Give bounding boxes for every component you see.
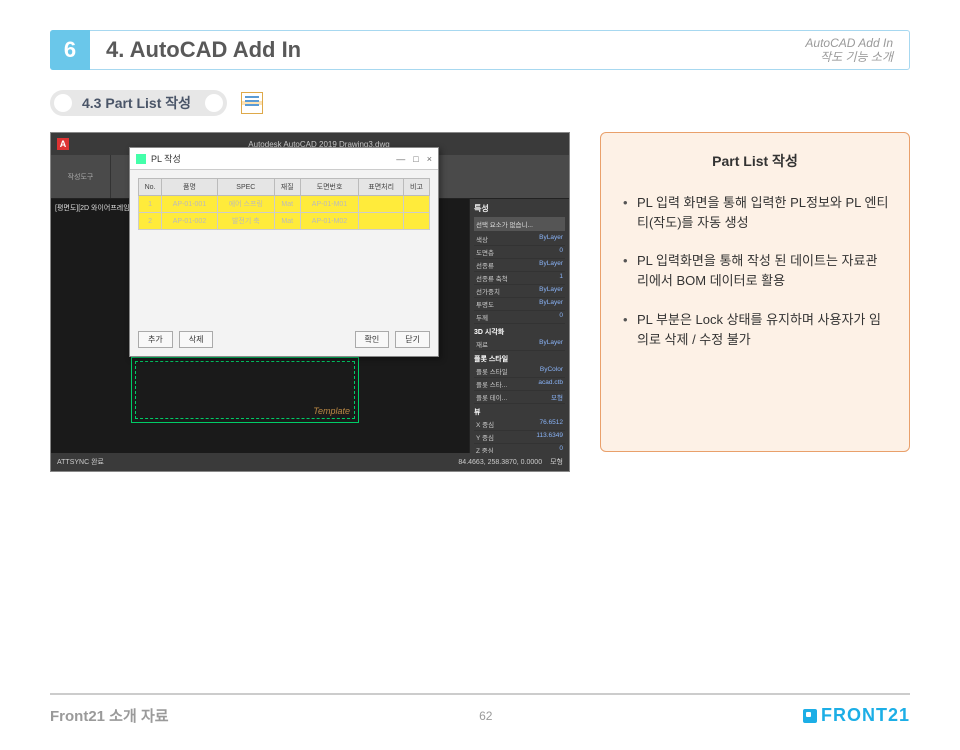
minimize-icon[interactable]: — xyxy=(396,154,405,164)
close-button[interactable]: 닫기 xyxy=(395,331,430,348)
property-row[interactable]: 투명도ByLayer xyxy=(474,298,565,311)
property-row[interactable]: 도면층0 xyxy=(474,246,565,259)
table-cell[interactable]: 에어 스프링 xyxy=(217,196,274,213)
table-cell[interactable] xyxy=(359,196,404,213)
section-title: 4. AutoCAD Add In xyxy=(90,37,805,63)
table-row[interactable]: 1AP-01-001에어 스프링MatAP-01-M01 xyxy=(139,196,430,213)
header-sub-2: 작도 기능 소개 xyxy=(805,50,893,64)
table-cell[interactable] xyxy=(403,196,429,213)
property-row[interactable]: X 중심76.6512 xyxy=(474,418,565,431)
props-section-plot: 플롯 스타일 xyxy=(474,354,565,364)
property-row[interactable]: 플롯 스타일ByColor xyxy=(474,365,565,378)
add-button[interactable]: 추가 xyxy=(138,331,173,348)
props-section-view: 뷰 xyxy=(474,407,565,417)
logo-icon xyxy=(803,709,817,723)
card-title: Part List 작성 xyxy=(621,151,889,171)
drawing-titleblock: Template xyxy=(131,357,359,423)
content-row: A Autodesk AutoCAD 2019 Drawing3.dwg 작성도… xyxy=(50,132,910,472)
table-cell[interactable]: AP-01-002 xyxy=(162,213,218,230)
footer-brand: FRONT21 xyxy=(821,705,910,726)
property-row[interactable]: 선가중치ByLayer xyxy=(474,285,565,298)
pl-column-header[interactable]: 재질 xyxy=(274,179,300,196)
table-cell[interactable]: AP-01-M01 xyxy=(300,196,359,213)
footer: Front21 소개 자료 62 FRONT21 xyxy=(50,693,910,726)
page-header: 6 4. AutoCAD Add In AutoCAD Add In 작도 기능… xyxy=(50,30,910,70)
table-cell[interactable]: 2 xyxy=(139,213,162,230)
dialog-body: No.품명SPEC재질도면번호표면처리비고 1AP-01-001에어 스프링Ma… xyxy=(130,170,438,238)
pl-column-header[interactable]: No. xyxy=(139,179,162,196)
table-cell[interactable] xyxy=(403,213,429,230)
autocad-logo-icon: A xyxy=(57,138,69,150)
footer-logo: FRONT21 xyxy=(803,705,910,726)
table-row[interactable]: 2AP-01-002발전기 축MatAP-01-M02 xyxy=(139,213,430,230)
property-row[interactable]: 두께0 xyxy=(474,311,565,324)
bullet-item: PL 입력화면을 통해 작성 된 데이트는 자료관리에서 BOM 데이터로 활용 xyxy=(621,251,889,291)
dialog-buttons-left: 추가 삭제 xyxy=(138,331,213,348)
close-icon[interactable]: × xyxy=(427,154,432,164)
bullet-item: PL 입력 화면을 통해 입력한 PL정보와 PL 엔티티(작도)를 자동 생성 xyxy=(621,193,889,233)
props-hint: 선택 요소가 없습니... xyxy=(474,217,565,231)
subsection-pill: 4.3 Part List 작성 xyxy=(50,90,227,116)
footer-left-text: Front21 소개 자료 xyxy=(50,705,169,726)
pl-column-header[interactable]: 품명 xyxy=(162,179,218,196)
maximize-icon[interactable]: □ xyxy=(413,154,418,164)
property-row[interactable]: 선종류 축척1 xyxy=(474,272,565,285)
table-cell[interactable]: 1 xyxy=(139,196,162,213)
viewport-label: [평면도][2D 와이어프레임] xyxy=(55,203,132,213)
status-left: ATTSYNC 완료 xyxy=(57,457,104,467)
pl-column-header[interactable]: 비고 xyxy=(403,179,429,196)
property-row[interactable]: 선종류ByLayer xyxy=(474,259,565,272)
pill-dot-left xyxy=(54,94,72,112)
dialog-window-controls: — □ × xyxy=(396,154,432,164)
bullet-item: PL 부분은 Lock 상태를 유지하며 사용자가 임의로 삭제 / 수정 불가 xyxy=(621,310,889,350)
table-cell[interactable]: Mat xyxy=(274,213,300,230)
property-row[interactable]: 색상ByLayer xyxy=(474,233,565,246)
property-row[interactable]: 플롯 스타...acad.ctb xyxy=(474,378,565,391)
props-title: 특성 xyxy=(474,203,565,214)
template-label: Template xyxy=(313,406,350,416)
ok-button[interactable]: 확인 xyxy=(355,331,390,348)
table-cell[interactable] xyxy=(359,213,404,230)
pl-column-header[interactable]: SPEC xyxy=(217,179,274,196)
property-row[interactable]: 재료ByLayer xyxy=(474,338,565,351)
pl-column-header[interactable]: 도면번호 xyxy=(300,179,359,196)
pl-dialog[interactable]: PL 작성 — □ × No.품명SPEC재질도면번호표면처리비고 1AP-01… xyxy=(129,147,439,357)
subsection-label: 4.3 Part List 작성 xyxy=(72,93,205,113)
table-cell[interactable]: AP-01-M02 xyxy=(300,213,359,230)
page-number: 62 xyxy=(169,709,803,723)
info-card: Part List 작성 PL 입력 화면을 통해 입력한 PL정보와 PL 엔… xyxy=(600,132,910,452)
property-row[interactable]: 플롯 테이...모형 xyxy=(474,391,565,404)
dialog-title-text: PL 작성 xyxy=(151,152,181,165)
table-cell[interactable]: Mat xyxy=(274,196,300,213)
header-sub-1: AutoCAD Add In xyxy=(805,36,893,50)
dialog-buttons-right: 확인 닫기 xyxy=(355,331,430,348)
pl-column-header[interactable]: 표면처리 xyxy=(359,179,404,196)
props-section-3d: 3D 시각화 xyxy=(474,327,565,337)
dialog-titlebar[interactable]: PL 작성 — □ × xyxy=(130,148,438,170)
status-tab[interactable]: 모형 xyxy=(550,457,563,467)
status-coords: 84.4663, 258.3870, 0.0000 xyxy=(458,459,542,466)
subsection-row: 4.3 Part List 작성 xyxy=(50,90,960,116)
properties-panel[interactable]: 특성 선택 요소가 없습니... 색상ByLayer도면층0선종류ByLayer… xyxy=(469,199,569,453)
ribbon-group[interactable]: 작성도구 xyxy=(51,155,111,198)
property-row[interactable]: Y 중심113.6349 xyxy=(474,431,565,444)
pl-table[interactable]: No.품명SPEC재질도면번호표면처리비고 1AP-01-001에어 스프링Ma… xyxy=(138,178,430,230)
table-cell[interactable]: AP-01-001 xyxy=(162,196,218,213)
section-number: 6 xyxy=(50,30,90,70)
header-subtitle: AutoCAD Add In 작도 기능 소개 xyxy=(805,36,909,65)
document-icon xyxy=(241,92,263,114)
delete-button[interactable]: 삭제 xyxy=(179,331,214,348)
pill-dot-right xyxy=(205,94,223,112)
card-bullet-list: PL 입력 화면을 통해 입력한 PL정보와 PL 엔티티(작도)를 자동 생성… xyxy=(621,193,889,350)
autocad-statusbar: ATTSYNC 완료 84.4663, 258.3870, 0.0000 모형 xyxy=(51,453,569,471)
dialog-icon xyxy=(136,154,146,164)
autocad-screenshot: A Autodesk AutoCAD 2019 Drawing3.dwg 작성도… xyxy=(50,132,570,472)
table-cell[interactable]: 발전기 축 xyxy=(217,213,274,230)
